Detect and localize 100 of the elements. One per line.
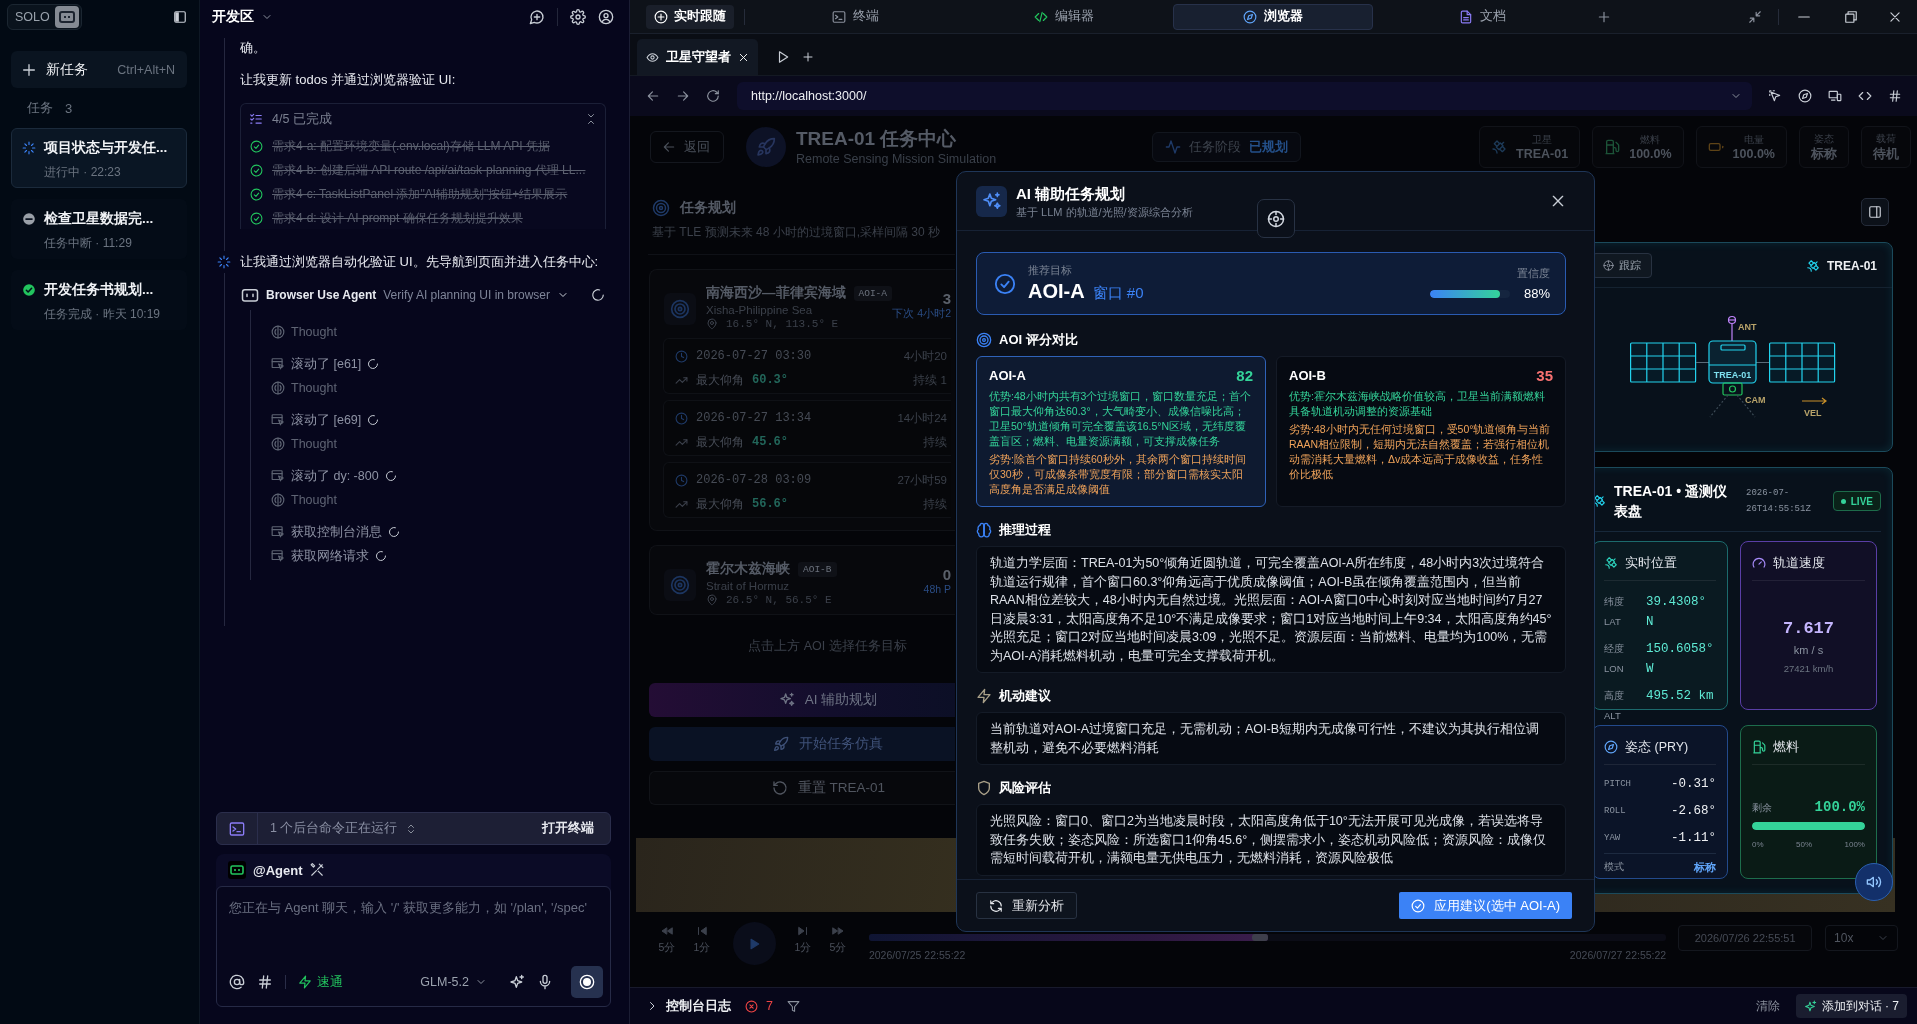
- mode-value: 标称: [1694, 860, 1716, 875]
- add-tab-icon[interactable]: [1597, 9, 1611, 24]
- mention-icon[interactable]: [229, 974, 245, 990]
- aoi-tag: AOI-B: [798, 561, 837, 577]
- plus-icon: [21, 61, 37, 78]
- new-tab-icon[interactable]: [802, 51, 814, 63]
- start-time: 2026/07/25 22:55:22: [868, 949, 966, 961]
- ai-action-button[interactable]: AI 辅助规划: [649, 683, 955, 717]
- new-chat-icon[interactable]: [529, 9, 545, 25]
- add-to-chat-button[interactable]: 添加到对话 · 7: [1795, 994, 1907, 1018]
- pointer-select-icon[interactable]: [1768, 89, 1782, 103]
- aoi-score-card[interactable]: AOI-A 82 优势:48小时内共有3个过境窗口，窗口数量充足；首个窗口最大仰角达60.3°，大气畸变小、成像信噪比高；卫星50°轨道倾角可完全覆盖该16.5°N区域，无纬度覆盖盲区；燃料、电量资源满额，可支撑成像任务 劣势:除首个窗口持续60秒外，其余两个窗口持续时间仅30秒，可成像条带宽度有限；部分窗口需核实太阳高度角是否满足成像阈值: [976, 356, 1266, 507]
- refresh-icon: [989, 898, 1003, 913]
- browser-action-icon: [271, 413, 285, 427]
- reload-icon[interactable]: [706, 89, 720, 103]
- message-text: 让我更新 todos 并通过浏览器验证 UI:: [240, 71, 457, 89]
- shortcut-text: Ctrl+Alt+N: [117, 62, 175, 77]
- elevation-label: 最大仰角: [696, 433, 744, 451]
- reanalyze-button[interactable]: 重新分析: [976, 892, 1077, 919]
- compass-icon[interactable]: [1798, 89, 1812, 103]
- follow-button[interactable]: 实时跟随: [646, 4, 734, 29]
- aoi-card[interactable]: 南海西沙—菲律宾海域 AOI-A Xisha-Philippine Sea 16.5° N, 113.5° E 3 下次 4小时2 2026-07-27 03:30 4小时20 最大仰角 60.3° 持续 1 2026-07-27 13:34 14小时24 最大仰角 45.6° 持续 2026-07-28 03:09 27小时59 最大仰角 56.6° 持续: [649, 269, 955, 531]
- confidence-value: 88%: [1523, 286, 1550, 301]
- workspace-tab[interactable]: 终端: [755, 3, 955, 30]
- panel-toggle-button[interactable]: [1861, 198, 1889, 226]
- apply-suggestion-button[interactable]: 应用建议(选中 AOI-A): [1399, 892, 1572, 919]
- cons-text: 劣势:48小时内无任何过境窗口，受50°轨道倾角与当前RAAN相位限制，短期内无法自然覆盖；若强行相位机动需消耗大量燃料，Δv成本远高于成像收益，任务性价比极低: [1289, 422, 1552, 482]
- eye-icon: [646, 50, 659, 64]
- sparkle-icon[interactable]: [509, 974, 525, 990]
- compass-icon: [1243, 9, 1257, 24]
- sparkle-icon: [1803, 999, 1817, 1013]
- sparkle-icon: [976, 185, 1007, 217]
- mode-button[interactable]: 速通: [298, 973, 343, 991]
- workspace-tab[interactable]: 编辑器: [964, 3, 1164, 30]
- close-icon[interactable]: [1550, 193, 1566, 209]
- dialog-title: AI 辅助任务规划: [1016, 183, 1127, 203]
- axis-label: ROLL: [1604, 806, 1626, 816]
- browser-action-icon: [271, 525, 285, 539]
- url-field[interactable]: http://localhost:3000/: [737, 82, 1752, 110]
- locate-button[interactable]: [1257, 199, 1295, 238]
- new-task-button[interactable]: 新任务 Ctrl+Alt+N: [11, 51, 187, 88]
- code-icon[interactable]: [1858, 89, 1872, 103]
- pass-countdown: 14小时24: [897, 410, 947, 426]
- devices-icon[interactable]: [1828, 89, 1842, 103]
- workspace-dropdown[interactable]: 开发区: [212, 8, 273, 26]
- chat-input-field[interactable]: 您正在与 Agent 聊天，输入 '/' 获取更多能力，如 '/plan', '/spec' 速通 GLM-5.2: [216, 886, 611, 1007]
- terminal-icon: [831, 9, 846, 24]
- error-icon: [745, 999, 758, 1013]
- dialog-subtitle: 基于 LLM 的轨道/光照/资源综合分析: [1016, 204, 1193, 219]
- step-text: Thought: [291, 325, 337, 339]
- sidebar-toggle-icon[interactable]: [173, 10, 187, 24]
- filter-icon[interactable]: [786, 999, 800, 1013]
- satellite-name: TREA-01: [1827, 258, 1877, 273]
- tools-icon: [309, 863, 324, 877]
- card-title: 姿态 (PRY): [1625, 738, 1689, 756]
- end-time: 2026/07/27 22:55:22: [1569, 949, 1667, 961]
- browser-tab[interactable]: 卫星守望者: [637, 39, 758, 75]
- section-title: 风险评估: [999, 779, 1051, 797]
- clear-button[interactable]: 清除: [1755, 997, 1780, 1015]
- compass-icon: [1604, 740, 1618, 754]
- forward-icon[interactable]: [676, 89, 690, 103]
- skip-back-icon: [695, 925, 708, 937]
- model-dropdown[interactable]: GLM-5.2: [420, 975, 487, 989]
- play-icon[interactable]: [776, 50, 790, 64]
- map-pin-icon: [706, 594, 718, 606]
- hash-icon[interactable]: [257, 974, 273, 990]
- timeline-slider[interactable]: [868, 934, 1667, 941]
- workspace-tab[interactable]: 文档: [1382, 3, 1582, 30]
- workspace-tab[interactable]: 浏览器: [1173, 3, 1373, 30]
- open-terminal-button[interactable]: 打开终端: [542, 820, 594, 837]
- pass-duration: 持续: [923, 434, 947, 450]
- console-title: 控制台日志: [666, 997, 731, 1015]
- step-text: 滚动了 dy: -800: [291, 467, 379, 485]
- shrink-icon[interactable]: [1748, 9, 1762, 24]
- task-item[interactable]: 项目状态与开发任... 进行中 · 22:23: [11, 128, 187, 188]
- restore-icon[interactable]: [1844, 9, 1858, 24]
- todo-summary: 4/5 已完成: [272, 110, 332, 128]
- error-count: 7: [766, 999, 773, 1013]
- arrow-left-icon: [662, 140, 676, 154]
- user-icon[interactable]: [598, 9, 614, 25]
- section-title: 推理过程: [999, 521, 1051, 539]
- hash-icon[interactable]: [1888, 89, 1902, 103]
- back-icon[interactable]: [646, 89, 660, 103]
- play-icon: [747, 936, 762, 951]
- drawing-label: VEL: [1803, 407, 1821, 418]
- stat-label: 燃料: [1640, 133, 1661, 147]
- pros-text: 优势:霍尔木兹海峡战略价值较高，卫星当前满额燃料具备轨道机动调整的资源基础: [1289, 389, 1546, 419]
- close-icon[interactable]: [1888, 9, 1902, 24]
- section-title: AOI 评分对比: [999, 331, 1078, 349]
- cons-text: 劣势:除首个窗口持续60秒外，其余两个窗口持续时间仅30秒，可成像条带宽度有限；部分窗口需核实太阳高度角是否满足成像阈值: [989, 452, 1247, 497]
- step-text: Thought: [291, 381, 337, 395]
- mic-icon[interactable]: [537, 974, 553, 990]
- aoi-score-card[interactable]: AOI-B 35 优势:霍尔木兹海峡战略价值较高，卫星当前满额燃料具备轨道机动调整的资源基础 劣势:48小时内无任何过境窗口，受50°轨道倾角与当前RAAN相位限制，短期内无法自然覆盖；若强行相位机动需消耗大量燃料，Δv成本远高于成像收益，任务性价比极低: [1276, 356, 1566, 507]
- stop-button[interactable]: [571, 966, 603, 998]
- stat-value: 100.0%: [1732, 147, 1775, 161]
- collapse-icon[interactable]: [585, 113, 597, 125]
- minus-circle-icon: [22, 212, 36, 226]
- settings-icon[interactable]: [570, 9, 586, 25]
- track-button[interactable]: 跟踪: [1592, 253, 1652, 278]
- aoi-name: AOI-B: [1289, 367, 1326, 383]
